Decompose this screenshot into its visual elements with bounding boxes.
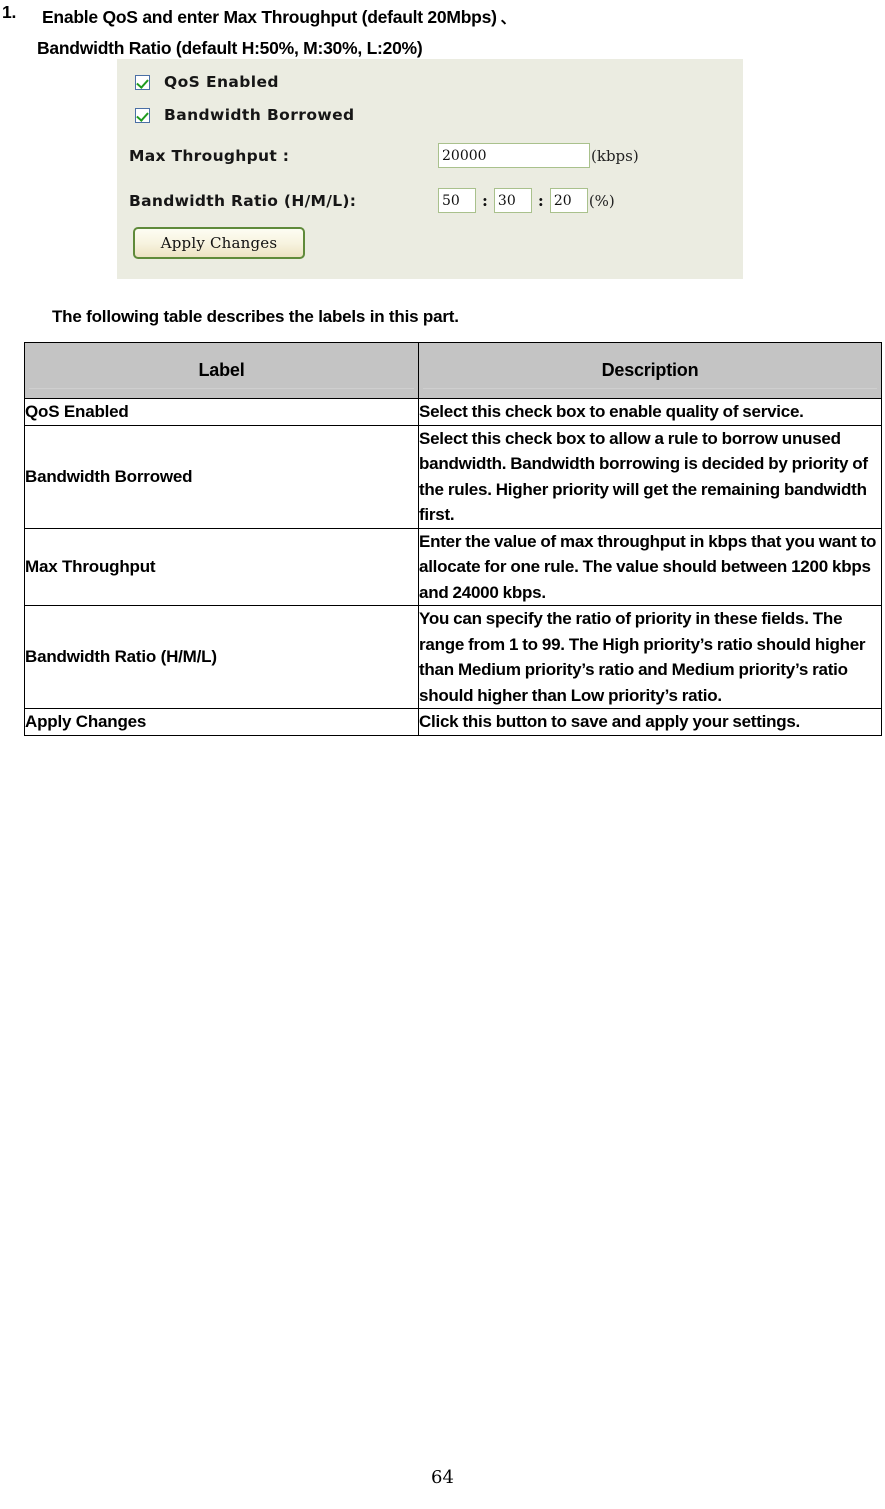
bandwidth-ratio-medium-input[interactable]	[493, 188, 532, 213]
bandwidth-ratio-row: Bandwidth Ratio (H/M/L): : : (%)	[129, 188, 615, 213]
row-label: Bandwidth Borrowed	[24, 424, 419, 529]
bandwidth-ratio-low-input[interactable]	[549, 188, 588, 213]
row-label: Apply Changes	[24, 708, 419, 736]
table-header-row: Label Description	[24, 342, 882, 399]
ideographic-comma: 、	[500, 9, 516, 27]
max-throughput-unit: (kbps)	[591, 146, 639, 165]
numbered-instruction: 1. Enable QoS and enter Max Throughput (…	[0, 2, 885, 63]
instruction-line-1: Enable QoS and enter Max Throughput (def…	[42, 7, 497, 27]
row-description: Select this check box to enable quality …	[418, 398, 882, 426]
ratio-separator-2: :	[537, 191, 544, 210]
qos-enabled-row[interactable]: QoS Enabled	[135, 73, 279, 91]
column-header-description: Description	[418, 342, 882, 399]
ratio-separator-1: :	[482, 191, 488, 210]
max-throughput-input[interactable]	[438, 143, 590, 168]
table-row: QoS Enabled Select this check box to ena…	[24, 398, 882, 426]
router-qos-screenshot: QoS Enabled Bandwidth Borrowed Max Throu…	[117, 59, 743, 279]
table-row: Bandwidth Borrowed Select this check box…	[24, 424, 882, 529]
row-description: Enter the value of max throughput in kbp…	[418, 527, 882, 606]
row-label: Bandwidth Ratio (H/M/L)	[24, 605, 419, 709]
qos-enabled-label: QoS Enabled	[164, 73, 279, 91]
max-throughput-label: Max Throughput :	[129, 146, 290, 165]
max-throughput-row: Max Throughput : (kbps)	[129, 143, 639, 168]
qos-enabled-checkbox[interactable]	[135, 74, 150, 90]
bandwidth-ratio-high-input[interactable]	[438, 188, 476, 213]
table-row: Apply Changes Click this button to save …	[24, 708, 882, 736]
row-description: Click this button to save and apply your…	[418, 708, 882, 736]
row-description: Select this check box to allow a rule to…	[418, 424, 882, 529]
bandwidth-borrowed-label: Bandwidth Borrowed	[164, 106, 355, 124]
bandwidth-borrowed-row[interactable]: Bandwidth Borrowed	[135, 106, 355, 124]
bandwidth-ratio-unit: (%)	[588, 191, 615, 210]
table-row: Max Throughput Enter the value of max th…	[24, 527, 882, 606]
table-caption: The following table describes the labels…	[52, 307, 459, 326]
column-header-label: Label	[24, 342, 419, 399]
instruction-text: Enable QoS and enter Max Throughput (def…	[37, 2, 885, 63]
table-row: Bandwidth Ratio (H/M/L) You can specify …	[24, 605, 882, 709]
page-number: 64	[431, 1467, 454, 1488]
bandwidth-ratio-label: Bandwidth Ratio (H/M/L):	[129, 191, 357, 210]
apply-changes-button[interactable]: Apply Changes	[133, 227, 305, 259]
row-label: QoS Enabled	[24, 398, 419, 426]
instruction-number: 1.	[2, 2, 17, 22]
label-description-table: Label Description QoS Enabled Select thi…	[24, 342, 882, 736]
row-label: Max Throughput	[24, 527, 419, 606]
row-description: You can specify the ratio of priority in…	[418, 605, 882, 709]
bandwidth-borrowed-checkbox[interactable]	[135, 107, 150, 123]
